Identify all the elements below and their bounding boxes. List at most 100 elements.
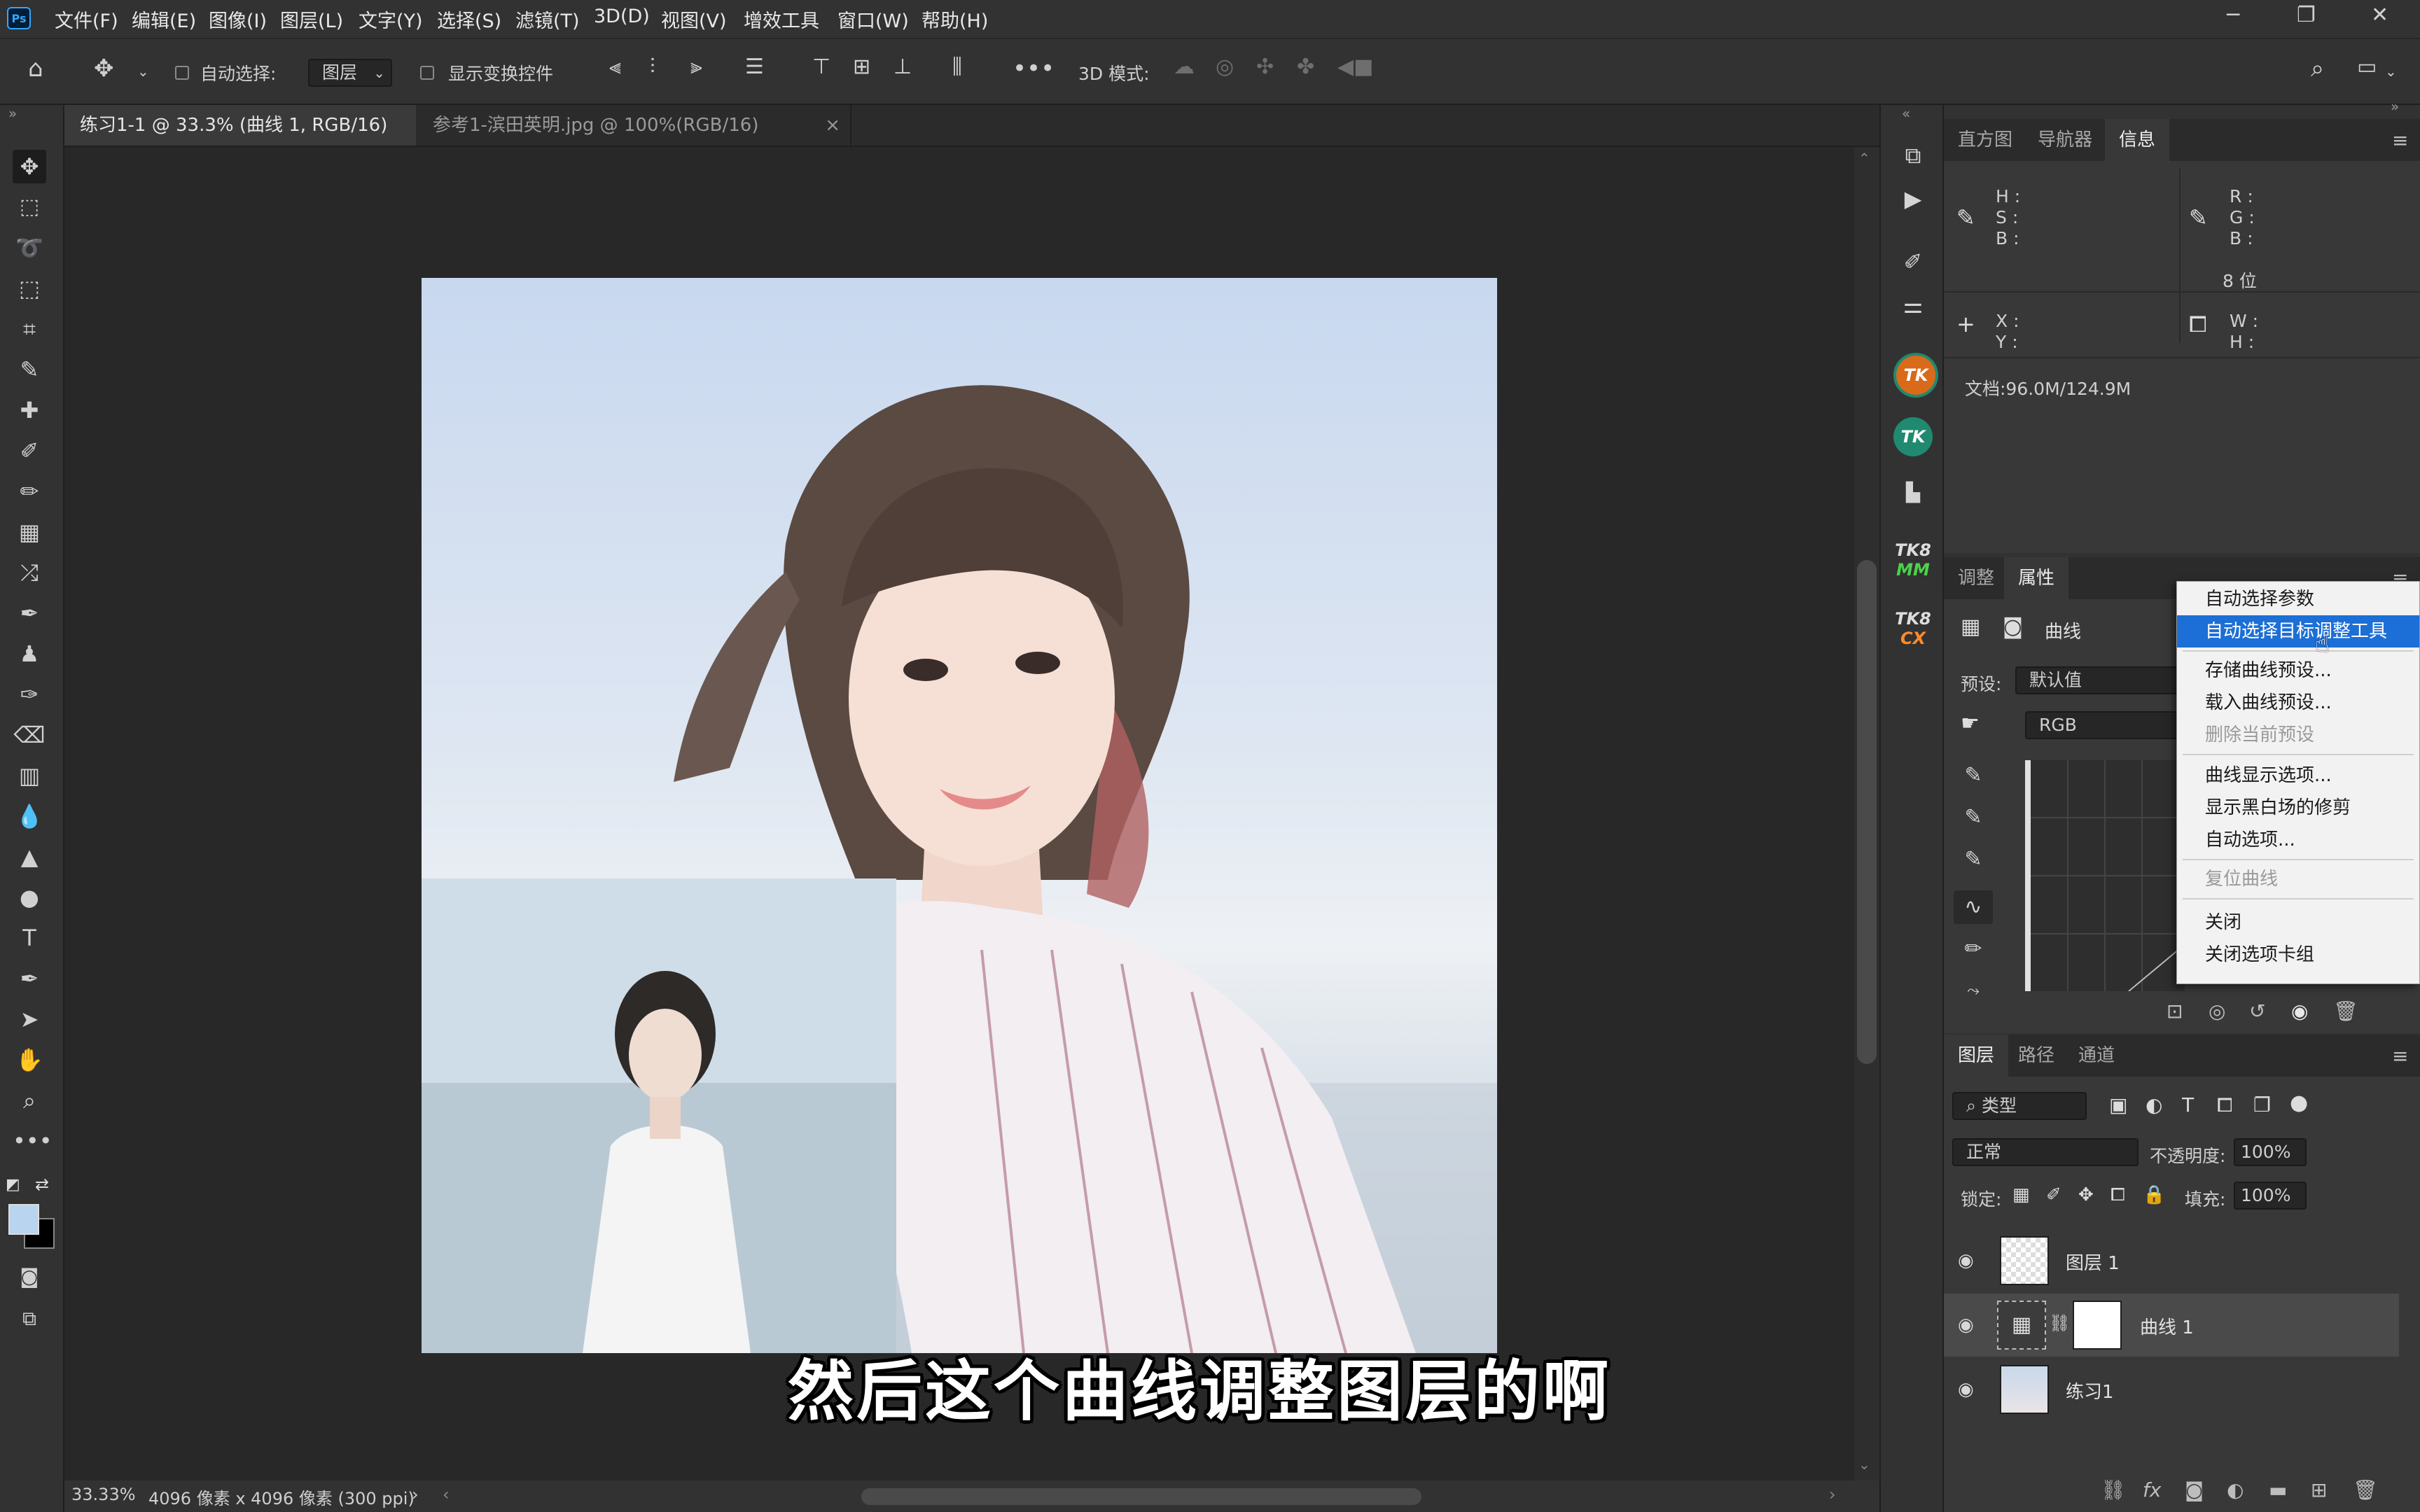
- delete-icon[interactable]: 🗑: [2333, 1000, 2358, 1023]
- menu-item-auto-select-target-tool[interactable]: 自动选择目标调整工具: [2177, 615, 2419, 648]
- path-select-tool[interactable]: ➤: [13, 1002, 46, 1036]
- scroll-left-icon[interactable]: ‹: [443, 1485, 450, 1504]
- actions-icon[interactable]: ⧉: [1896, 139, 1930, 172]
- align-left-icon[interactable]: ⫷: [609, 55, 621, 79]
- lock-artboard-icon[interactable]: ⧠: [2110, 1184, 2125, 1206]
- menu-item-save-preset[interactable]: 存储曲线预设...: [2177, 654, 2419, 687]
- lock-paint-icon[interactable]: ✐: [2046, 1184, 2061, 1205]
- mask-icon[interactable]: ◙: [2185, 1478, 2204, 1502]
- pencil-icon[interactable]: ✏: [1954, 932, 1993, 966]
- distribute-vertical-icon[interactable]: ⫼: [952, 55, 962, 79]
- more-options-icon[interactable]: •••: [1013, 55, 1055, 83]
- paint-brush-tool[interactable]: ✒: [13, 596, 46, 630]
- sharpen-tool[interactable]: ▲: [13, 840, 46, 874]
- tab-paths[interactable]: 路径: [2004, 1035, 2068, 1077]
- home-icon[interactable]: ⌂: [28, 55, 43, 83]
- blur-tool[interactable]: 💧: [13, 799, 46, 833]
- align-top-icon[interactable]: ⊤: [812, 55, 830, 79]
- menu-item-show-clipping[interactable]: 显示黑白场的修剪: [2177, 792, 2419, 824]
- white-point-eyedropper-icon[interactable]: ✎: [1954, 843, 1993, 876]
- brush-tool[interactable]: ✐: [13, 434, 46, 468]
- mask-icon[interactable]: ◙: [2003, 615, 2023, 639]
- chevron-down-icon[interactable]: ⌄: [2385, 63, 2397, 80]
- menu-edit[interactable]: 编辑(E): [132, 6, 196, 33]
- align-center-icon[interactable]: ⫶: [650, 55, 655, 79]
- eraser-tool[interactable]: ⌫: [13, 718, 46, 752]
- object-select-tool[interactable]: ⬚: [13, 272, 46, 305]
- tab-navigator[interactable]: 导航器: [2024, 119, 2106, 161]
- fill-input[interactable]: 100%: [2234, 1182, 2307, 1210]
- lock-all-icon[interactable]: 🔒: [2143, 1184, 2165, 1205]
- swap-colors-icon[interactable]: ⇄: [35, 1175, 49, 1194]
- distribute-icon[interactable]: ☰: [745, 55, 764, 79]
- clone-stamp-tool[interactable]: ✏: [13, 475, 46, 508]
- trash-icon[interactable]: 🗑: [2353, 1478, 2378, 1502]
- zoom-level[interactable]: 33.33%: [71, 1485, 136, 1504]
- panel-menu-icon[interactable]: ≡: [2392, 129, 2408, 152]
- tk-plugin-icon[interactable]: TK: [1893, 353, 1938, 398]
- tk-plugin-icon-2[interactable]: TK: [1893, 417, 1933, 456]
- marquee-tool[interactable]: ⬚: [13, 190, 46, 224]
- spray-tool[interactable]: ✑: [13, 678, 46, 711]
- history-brush-tool[interactable]: ▦: [13, 515, 46, 549]
- collapse-icon[interactable]: «: [1902, 105, 1910, 122]
- auto-select-checkbox[interactable]: [175, 66, 189, 80]
- brush-settings-icon[interactable]: ✐: [1896, 245, 1930, 279]
- layer-name[interactable]: 图层 1: [2066, 1249, 2120, 1275]
- fx-icon[interactable]: fx: [2143, 1478, 2161, 1502]
- black-point-eyedropper-icon[interactable]: ✎: [1954, 759, 1993, 792]
- dodge-tool[interactable]: ●: [13, 881, 46, 914]
- layer-mask-thumbnail[interactable]: [2073, 1301, 2122, 1350]
- tab-properties[interactable]: 属性: [2004, 557, 2069, 599]
- tab-channels[interactable]: 通道: [2064, 1035, 2129, 1077]
- pen-tool[interactable]: ✒: [13, 962, 46, 995]
- 3d-scale-icon[interactable]: ◀■: [1337, 55, 1373, 79]
- 3d-pan-icon[interactable]: ✣: [1256, 55, 1274, 79]
- align-bottom-icon[interactable]: ⊥: [893, 55, 912, 79]
- 3d-roll-icon[interactable]: ◎: [1216, 55, 1234, 79]
- close-icon[interactable]: ×: [825, 105, 840, 146]
- collapse-panels-icon[interactable]: »: [2391, 98, 2399, 115]
- play-icon[interactable]: ▶: [1896, 182, 1930, 216]
- menu-item-curve-display-options[interactable]: 曲线显示选项...: [2177, 760, 2419, 792]
- target-adjust-icon[interactable]: ☛: [1961, 711, 1980, 736]
- filter-adjustment-icon[interactable]: ◐: [2146, 1093, 2162, 1116]
- show-transform-checkbox[interactable]: [420, 66, 434, 80]
- lasso-tool[interactable]: ➰: [13, 231, 46, 265]
- plugin-icon[interactable]: ▙: [1896, 476, 1930, 510]
- menu-item-close-tab-group[interactable]: 关闭选项卡组: [2177, 939, 2419, 971]
- curve-edit-icon[interactable]: ∿: [1954, 890, 1993, 924]
- panel-menu-icon[interactable]: ≡: [2392, 1044, 2408, 1068]
- reset-icon[interactable]: ↺: [2249, 1000, 2265, 1023]
- healing-brush-tool[interactable]: ✚: [13, 393, 46, 427]
- menu-item-load-preset[interactable]: 载入曲线预设...: [2177, 687, 2419, 719]
- opacity-input[interactable]: 100%: [2234, 1138, 2307, 1166]
- 3d-orbit-icon[interactable]: ☁: [1174, 55, 1195, 79]
- menu-item-auto-options[interactable]: 自动选项...: [2177, 824, 2419, 856]
- gradient-tool[interactable]: ▥: [13, 759, 46, 792]
- new-layer-icon[interactable]: ⊞: [2311, 1478, 2327, 1502]
- filter-shape-icon[interactable]: ⧠: [2217, 1093, 2232, 1117]
- status-menu-arrow[interactable]: ›: [412, 1485, 419, 1504]
- menu-3d[interactable]: 3D(D): [594, 6, 650, 27]
- preset-dropdown[interactable]: 默认值: [2015, 666, 2183, 694]
- smooth-icon[interactable]: ⤳: [1954, 974, 1993, 1008]
- layer-row[interactable]: ◉ ▦ ⛓ 曲线 1: [1944, 1294, 2399, 1357]
- workspace-icon[interactable]: ▭: [2357, 55, 2377, 79]
- layer-name[interactable]: 曲线 1: [2140, 1313, 2194, 1339]
- zoom-tool[interactable]: ⌕: [13, 1084, 46, 1117]
- collapse-icon[interactable]: »: [8, 105, 17, 122]
- default-colors-icon[interactable]: ◩: [6, 1176, 20, 1194]
- visibility-eye-icon[interactable]: ◉: [1958, 1315, 1974, 1336]
- layer-row[interactable]: ◉ 图层 1: [1944, 1229, 2399, 1292]
- menu-window[interactable]: 窗口(W): [837, 6, 909, 33]
- scroll-up-icon[interactable]: ⌃: [1858, 150, 1870, 167]
- visibility-icon[interactable]: ◉: [2291, 1000, 2308, 1023]
- close-window-icon[interactable]: ✕: [2371, 3, 2388, 27]
- filter-smart-object-icon[interactable]: ❐: [2253, 1093, 2271, 1116]
- search-icon[interactable]: ⌕: [2311, 55, 2324, 83]
- visibility-eye-icon[interactable]: ◉: [1958, 1250, 1974, 1271]
- hand-tool[interactable]: ✋: [13, 1043, 46, 1077]
- type-tool[interactable]: T: [13, 921, 46, 955]
- filter-toggle-icon[interactable]: ●: [2290, 1091, 2308, 1115]
